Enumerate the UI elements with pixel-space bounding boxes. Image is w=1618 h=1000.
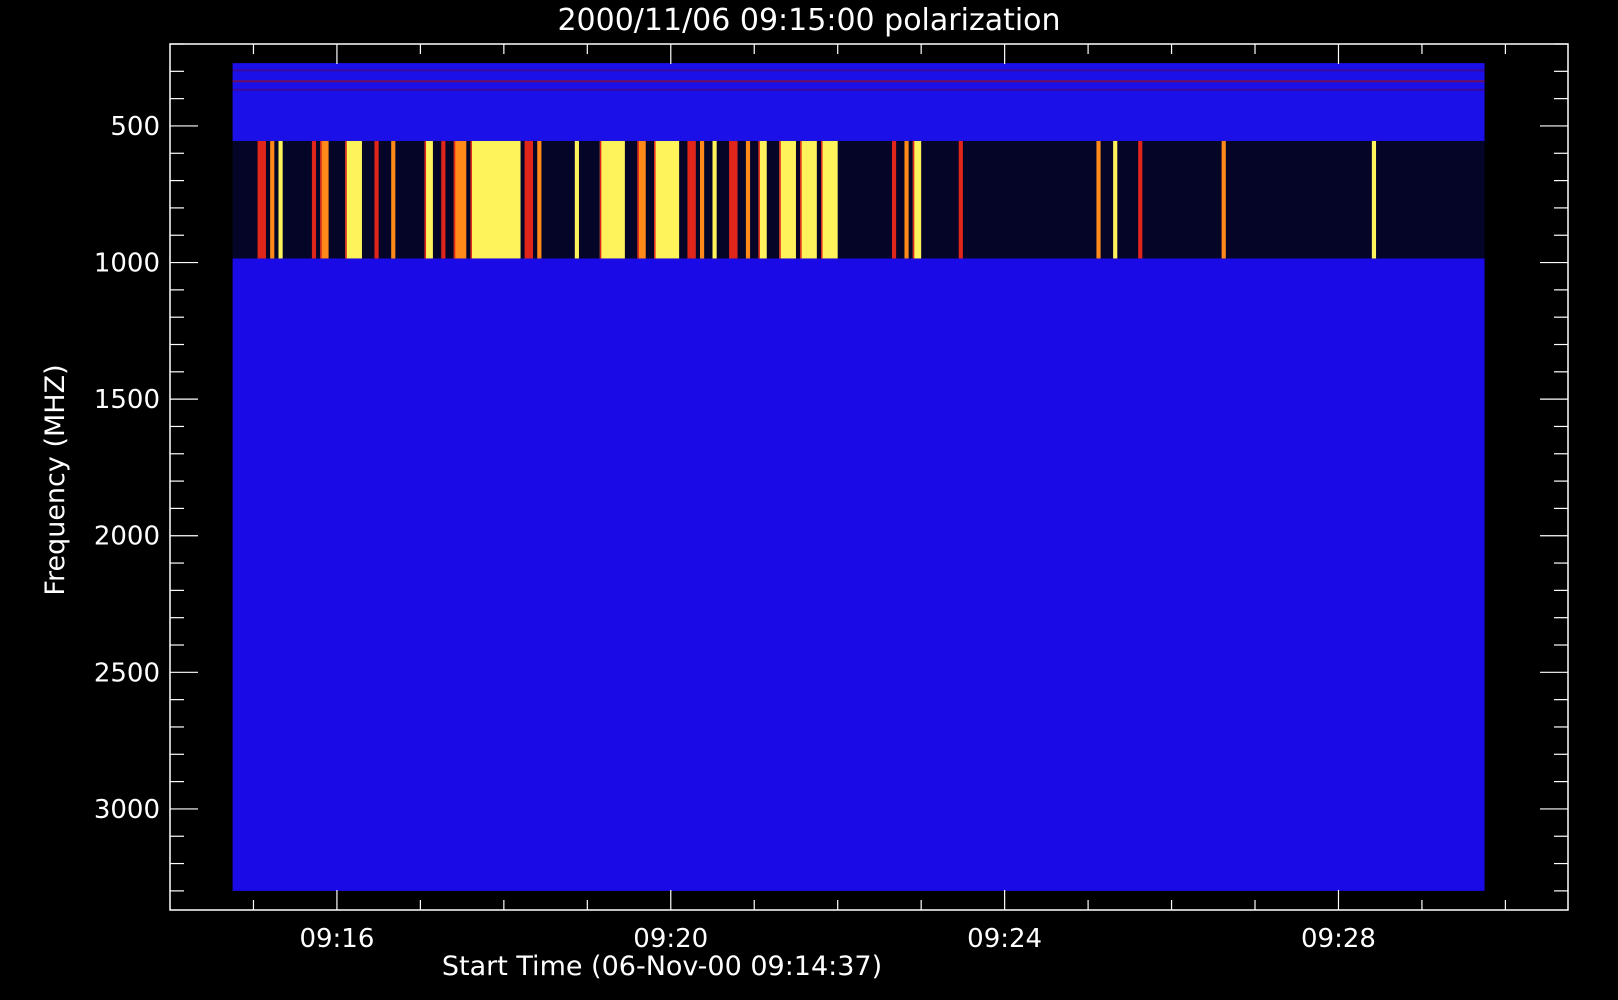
spectrogram-band-1 <box>232 140 1485 259</box>
chart: 2000/11/06 09:15:00 polarization 09:16 09… <box>0 0 1618 1000</box>
burst-bar <box>374 140 379 259</box>
burst-edge <box>320 140 322 259</box>
burst-bar <box>891 140 897 259</box>
noise-line <box>232 80 1485 83</box>
burst-bar <box>391 140 396 259</box>
burst-bar <box>1221 140 1226 259</box>
burst-bar <box>1096 140 1101 259</box>
plot-area <box>232 63 1485 891</box>
burst-edge <box>821 140 823 259</box>
y-tick-label: 500 <box>110 112 160 142</box>
burst-bar <box>1371 140 1377 259</box>
burst-edge <box>758 140 760 259</box>
burst-edge <box>453 140 456 259</box>
burst-edge <box>424 140 427 259</box>
burst-bar <box>904 140 909 259</box>
burst-edge <box>470 140 472 259</box>
burst-bar <box>441 140 446 259</box>
burst-edge <box>524 140 527 259</box>
burst-edge <box>729 140 731 259</box>
burst-edge <box>800 140 802 259</box>
noise-line <box>232 88 1485 91</box>
burst-edge <box>779 140 781 259</box>
x-tick-label: 09:24 <box>967 924 1042 954</box>
burst-bar <box>1138 140 1143 259</box>
x-tick-label: 09:16 <box>299 924 374 954</box>
y-tick-label: 2000 <box>94 522 160 552</box>
burst-bar <box>270 140 275 259</box>
burst-bar <box>574 140 579 259</box>
burst-edge <box>637 140 639 259</box>
x-axis-label: Start Time (06-Nov-00 09:14:37) <box>442 951 882 982</box>
burst-bar <box>599 140 625 259</box>
burst-bar <box>712 140 717 259</box>
y-tick-label: 1500 <box>94 385 160 415</box>
burst-bar <box>699 140 705 259</box>
burst-bar <box>821 140 838 259</box>
burst-bar <box>453 140 467 259</box>
burst-bar <box>278 140 283 259</box>
x-tick-label: 09:20 <box>633 924 708 954</box>
y-tick-label: 2500 <box>94 658 160 688</box>
burst-bar <box>779 140 796 259</box>
burst-bar <box>1113 140 1118 259</box>
burst-bar <box>800 140 817 259</box>
burst-bar <box>311 140 317 259</box>
burst-bar <box>470 140 521 259</box>
burst-edge <box>687 140 689 259</box>
x-tick-label: 09:28 <box>1301 924 1376 954</box>
burst-edge <box>345 140 347 259</box>
burst-edge <box>654 140 656 259</box>
burst-bar <box>958 140 963 259</box>
burst-edge <box>257 140 260 259</box>
y-tick-label: 3000 <box>94 795 160 825</box>
burst-bar <box>345 140 362 259</box>
noise-line <box>232 69 1485 72</box>
y-tick-label: 1000 <box>94 249 160 279</box>
burst-bar <box>745 140 751 259</box>
spectrogram-band-0 <box>232 63 1485 141</box>
burst-edge <box>912 140 915 259</box>
burst-edge <box>599 140 602 259</box>
spectrogram-band-2 <box>232 258 1485 891</box>
chart-title: 2000/11/06 09:15:00 polarization <box>557 3 1060 38</box>
burst-bar <box>654 140 680 259</box>
burst-bar <box>537 140 542 259</box>
y-axis-label: Frequency (MHZ) <box>40 364 71 595</box>
